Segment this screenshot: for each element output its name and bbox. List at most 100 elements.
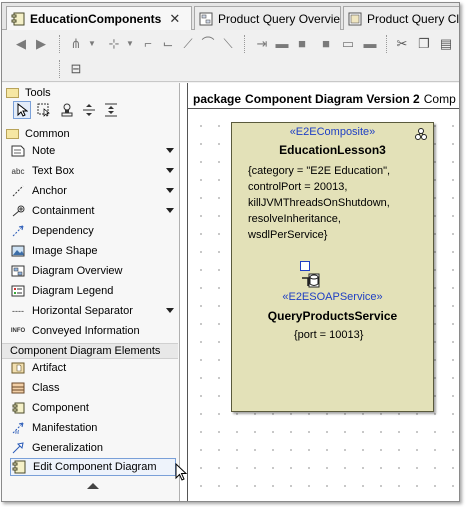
cut-icon[interactable]: ✂ [394, 36, 410, 52]
split-shape-tool-button[interactable] [80, 101, 98, 119]
frame-header-divider [187, 108, 459, 109]
toolbar-separator [244, 35, 245, 53]
diagram-legend-icon [10, 284, 26, 298]
close-tab-icon[interactable]: ✕ [169, 11, 180, 27]
component-education-lesson3[interactable]: «E2EComposite» EducationLesson3 {categor… [231, 122, 434, 412]
paste-icon[interactable]: ▤ [438, 36, 454, 52]
palette-group-label: Component Diagram Elements [10, 345, 161, 357]
palette-item-diagram-legend[interactable]: Diagram Legend [10, 282, 176, 300]
palette-item-anchor[interactable]: Anchor [10, 182, 176, 200]
shape-border-icon[interactable]: ▭ [340, 36, 356, 52]
tab-product-query-class[interactable]: Product Query Cla [343, 6, 460, 30]
mouse-cursor-icon [175, 463, 188, 481]
palette-item-label: Anchor [32, 185, 67, 197]
submenu-arrow-icon[interactable] [166, 168, 174, 173]
palette-group-component-diagram-elements[interactable]: Component Diagram Elements [2, 343, 178, 359]
toolbar-separator [386, 35, 387, 53]
tab-product-query-overview[interactable]: Product Query Overview [194, 6, 341, 30]
dropdown-arrow-icon[interactable]: ▼ [122, 36, 138, 52]
marquee-select-icon [37, 103, 50, 117]
component-property: wsdlPerService} [248, 229, 328, 241]
palette-item-component[interactable]: Component [10, 399, 176, 417]
palette-item-dependency[interactable]: Dependency [10, 222, 176, 240]
palette-item-label: Image Shape [32, 245, 98, 257]
palette-scroll-up-icon[interactable] [87, 483, 99, 489]
straight-path-icon[interactable]: ⟍ [220, 36, 236, 52]
folder-icon [6, 129, 19, 139]
edit-component-diagram-icon [11, 460, 27, 474]
artifact-icon [10, 361, 26, 375]
palette-item-manifestation[interactable]: M Manifestation [10, 419, 176, 437]
submenu-arrow-icon[interactable] [166, 308, 174, 313]
marquee-select-tool-button[interactable] [35, 101, 53, 119]
conveyed-information-icon: INFO [10, 328, 26, 334]
service-stereotype: «E2ESOAPService» [282, 291, 383, 303]
palette-item-text-box[interactable]: abc Text Box [10, 162, 176, 180]
rectilinear-path-icon[interactable]: ⌙ [160, 36, 176, 52]
submenu-arrow-icon[interactable] [166, 188, 174, 193]
text-box-icon: abc [11, 166, 25, 176]
split-shape-icon [83, 104, 95, 116]
editor-window: EducationComponents ✕ Product Query Over… [1, 2, 460, 502]
palette-item-diagram-overview[interactable]: Diagram Overview [10, 262, 176, 280]
class-icon [10, 381, 26, 395]
palette-item-label: Horizontal Separator [32, 305, 133, 317]
forward-arrow-icon[interactable]: ▶ [33, 36, 49, 52]
component-property: controlPort = 20013, [248, 181, 348, 193]
palette-item-note[interactable]: Note [10, 142, 176, 160]
palette-item-horizontal-separator[interactable]: ---- Horizontal Separator [10, 302, 176, 320]
make-same-size-icon[interactable]: ■ [294, 36, 310, 52]
copy-icon[interactable]: ❐ [416, 36, 432, 52]
dropdown-arrow-icon[interactable]: ▼ [84, 36, 100, 52]
tab-label: EducationComponents [30, 12, 162, 26]
palette-group-label: Tools [25, 87, 51, 99]
back-arrow-icon[interactable]: ◀ [13, 36, 29, 52]
submenu-arrow-icon[interactable] [166, 208, 174, 213]
palette-item-class[interactable]: Class [10, 379, 176, 397]
oblique-path-icon[interactable]: ⟋ [180, 36, 196, 52]
palette-item-image-shape[interactable]: Image Shape [10, 242, 176, 260]
palette-item-containment[interactable]: Containment [10, 202, 176, 220]
diagram-frame-title: package Component Diagram Version 2 Comp [188, 89, 459, 109]
note-shape-icon[interactable]: ▬ [362, 36, 378, 52]
note-icon [10, 144, 26, 158]
component-diagram-icon [11, 12, 25, 26]
tab-label: Product Query Cla [367, 11, 460, 26]
soap-service-icon[interactable] [302, 272, 322, 290]
pointer-icon [17, 103, 28, 117]
overview-diagram-icon [199, 12, 213, 25]
pointer-tool-button[interactable] [13, 101, 31, 119]
component-property: killJVMThreadsOnShutdown, [248, 197, 390, 209]
align-icon[interactable]: ⇥ [254, 36, 270, 52]
frame-left-border [187, 83, 188, 501]
expand-shapes-tool-button[interactable] [102, 101, 120, 119]
palette-group-tools[interactable]: Tools [6, 86, 176, 100]
tab-label: Product Query Overview [218, 11, 341, 26]
dependency-icon [10, 224, 26, 238]
hierarchy-layout-icon[interactable]: ⋔ [68, 36, 84, 52]
stamp-tool-button[interactable] [58, 101, 76, 119]
toolbar-separator [59, 60, 60, 78]
palette-group-common[interactable]: Common [6, 127, 176, 141]
package-tree-icon[interactable]: ⊟ [68, 61, 84, 77]
component-property: {category = "E2E Education", [248, 165, 391, 177]
service-name[interactable]: QueryProductsService [232, 309, 433, 323]
distribute-icon[interactable]: ▬ [274, 36, 290, 52]
tab-education-components[interactable]: EducationComponents ✕ [6, 6, 192, 31]
path-style-icon[interactable]: ⌐ [140, 36, 156, 52]
orthogonal-layout-icon[interactable]: ⊹ [106, 36, 122, 52]
port-icon[interactable] [300, 261, 310, 271]
shape-fill-icon[interactable]: ■ [318, 36, 334, 52]
diagram-tab-bar: EducationComponents ✕ Product Query Over… [2, 3, 460, 31]
palette-item-label: Artifact [32, 362, 67, 374]
palette-group-label: Common [25, 128, 70, 140]
submenu-arrow-icon[interactable] [166, 148, 174, 153]
palette-item-label: Edit Component Diagram [33, 461, 157, 473]
palette-item-conveyed-information[interactable]: INFO Conveyed Information [10, 322, 176, 340]
palette-item-edit-component-diagram[interactable]: Edit Component Diagram [10, 458, 176, 476]
palette-item-generalization[interactable]: Generalization [10, 439, 176, 457]
palette-item-artifact[interactable]: Artifact [10, 359, 176, 377]
palette-item-label: Manifestation [32, 422, 98, 434]
bezier-path-icon[interactable]: ⌒ [200, 36, 216, 52]
frame-name-continued: Comp [423, 92, 456, 106]
